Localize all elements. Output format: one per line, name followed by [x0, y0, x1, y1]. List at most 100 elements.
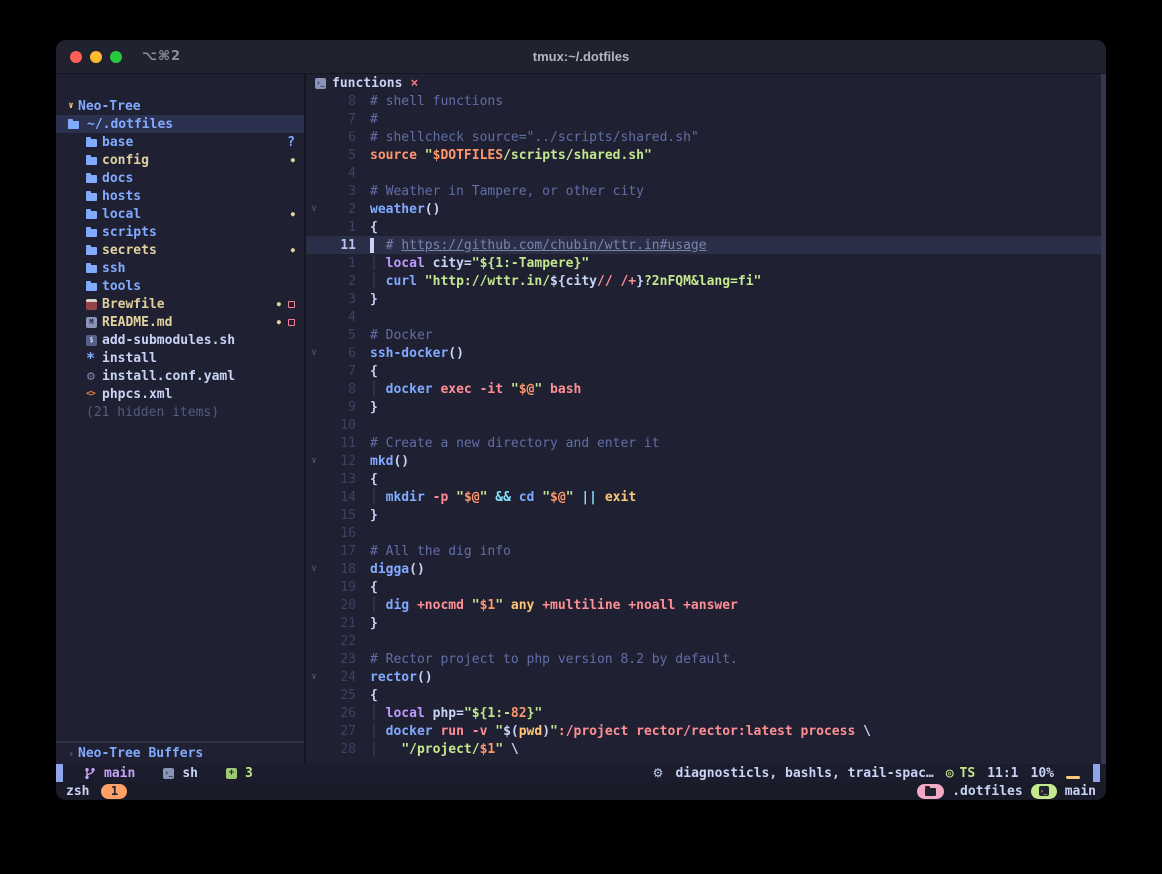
tree-item-local[interactable]: local● [56, 205, 304, 223]
tree-item-install[interactable]: *install [56, 349, 304, 367]
code-line-8[interactable]: 8│ docker exec -it "$@" bash [306, 380, 1106, 398]
code-line-28[interactable]: 28│ "/project/$1" \ [306, 740, 1106, 758]
line-number: 22 [322, 634, 356, 649]
editor-scrollbar-track[interactable] [1101, 74, 1106, 764]
code-text: weather() [356, 202, 440, 217]
treesitter-group: ◎ TS [946, 766, 975, 781]
fold-column[interactable]: ∨ [306, 672, 322, 682]
code-line-13[interactable]: 13{ [306, 470, 1106, 488]
code-line-15[interactable]: 15} [306, 506, 1106, 524]
tree-item-base[interactable]: base? [56, 133, 304, 151]
line-number: 23 [322, 652, 356, 667]
line-number: 9 [322, 400, 356, 415]
fold-column[interactable]: ∨ [306, 564, 322, 574]
code-line-20[interactable]: 20│ dig +nocmd "$1" any +multiline +noal… [306, 596, 1106, 614]
code-line-25[interactable]: 25{ [306, 686, 1106, 704]
tree-item-docs[interactable]: docs [56, 169, 304, 187]
code-text: } [356, 508, 378, 523]
close-buffer-icon[interactable]: × [410, 76, 418, 91]
modified-dot-badge: ● [291, 246, 295, 254]
close-window-button[interactable] [70, 51, 82, 63]
code-line-2[interactable]: ∨2weather() [306, 200, 1106, 218]
tree-item-phpcs.xml[interactable]: <>phpcs.xml [56, 385, 304, 403]
code-line-7[interactable]: 7{ [306, 362, 1106, 380]
tree-item-readme.md[interactable]: MREADME.md● [56, 313, 304, 331]
code-text: # Create a new directory and enter it [356, 436, 660, 451]
code-line-17[interactable]: 17# All the dig info [306, 542, 1106, 560]
code-line-26[interactable]: 26│ local php="${1:-82}" [306, 704, 1106, 722]
code-line-6[interactable]: 6# shellcheck source="../scripts/shared.… [306, 128, 1106, 146]
tree-item-secrets[interactable]: secrets● [56, 241, 304, 259]
fold-column[interactable]: ∨ [306, 456, 322, 466]
folder-open-icon [68, 120, 82, 129]
tmux-session-badge[interactable] [917, 784, 944, 799]
code-line-4[interactable]: 4 [306, 164, 1106, 182]
tree-item-tools[interactable]: tools [56, 277, 304, 295]
code-text: # shellcheck source="../scripts/shared.s… [356, 130, 699, 145]
minimize-window-button[interactable] [90, 51, 102, 63]
buffer-tab[interactable]: functions [332, 76, 402, 91]
tree-item-brewfile[interactable]: Brewfile● [56, 295, 304, 313]
neotree-buffers-section[interactable]: › Neo-Tree Buffers [56, 741, 304, 764]
code-line-4[interactable]: 4 [306, 308, 1106, 326]
code-line-22[interactable]: 22 [306, 632, 1106, 650]
progress-underscore-indicator [1066, 776, 1080, 779]
code-line-27[interactable]: 27│ docker run -v "$(pwd)":/project rect… [306, 722, 1106, 740]
code-line-2[interactable]: 2│ curl "http://wttr.in/${city// /+}?2nF… [306, 272, 1106, 290]
tree-item-add-submodules.sh[interactable]: $add-submodules.sh [56, 331, 304, 349]
cursor-position: 11:1 [987, 766, 1018, 781]
line-number: 1 [322, 220, 356, 235]
code-line-10[interactable]: 10 [306, 416, 1106, 434]
tmux-branch-badge[interactable]: ›_ [1031, 784, 1057, 799]
code-text: } [356, 400, 378, 415]
folder-icon [86, 174, 100, 183]
code-line-8[interactable]: 8# shell functions [306, 92, 1106, 110]
brew-icon [86, 299, 100, 310]
fold-column[interactable]: ∨ [306, 204, 322, 214]
code-line-19[interactable]: 19{ [306, 578, 1106, 596]
code-line-3[interactable]: 3} [306, 290, 1106, 308]
tree-item-scripts[interactable]: scripts [56, 223, 304, 241]
main-content: ∨ Neo-Tree ~/.dotfiles base?config●docsh… [56, 74, 1106, 764]
neotree-header[interactable]: ∨ Neo-Tree [56, 97, 304, 115]
tree-item--21-hidden-items-[interactable]: (21 hidden items) [56, 403, 304, 421]
code-line-14[interactable]: 14│ mkdir -p "$@" && cd "$@" || exit [306, 488, 1106, 506]
tree-item-config[interactable]: config● [56, 151, 304, 169]
code-line-9[interactable]: 9} [306, 398, 1106, 416]
code-line-1[interactable]: 1│ local city="${1:-Tampere}" [306, 254, 1106, 272]
tree-root-dotfiles[interactable]: ~/.dotfiles [56, 115, 304, 133]
zoom-window-button[interactable] [110, 51, 122, 63]
code-line-18[interactable]: ∨18digga() [306, 560, 1106, 578]
tree-item-install.conf.yaml[interactable]: ⚙install.conf.yaml [56, 367, 304, 385]
code-line-12[interactable]: ∨12mkd() [306, 452, 1106, 470]
code-line-5[interactable]: 5source "$DOTFILES/scripts/shared.sh" [306, 146, 1106, 164]
code-text: mkd() [356, 454, 409, 469]
code-line-3[interactable]: 3# Weather in Tampere, or other city [306, 182, 1106, 200]
code-text: { [356, 688, 378, 703]
code-line-7[interactable]: 7# [306, 110, 1106, 128]
line-number: 8 [322, 382, 356, 397]
code-line-24[interactable]: ∨24rector() [306, 668, 1106, 686]
code-line-11[interactable]: 11 # https://github.com/chubin/wttr.in#u… [306, 236, 1106, 254]
lsp-servers-label: diagnosticls, bashls, trail-spac… [675, 766, 933, 781]
code-text: { [356, 220, 378, 235]
code-line-16[interactable]: 16 [306, 524, 1106, 542]
code-line-5[interactable]: 5# Docker [306, 326, 1106, 344]
code-area[interactable]: 8# shell functions7#6# shellcheck source… [306, 92, 1106, 758]
tmux-window-badge[interactable]: 1 [101, 784, 127, 799]
code-line-23[interactable]: 23# Rector project to php version 8.2 by… [306, 650, 1106, 668]
folder-icon [86, 228, 100, 237]
code-line-6[interactable]: ∨6ssh-docker() [306, 344, 1106, 362]
folder-icon [86, 246, 100, 255]
code-line-11[interactable]: 11# Create a new directory and enter it [306, 434, 1106, 452]
editor-pane[interactable]: ›_ functions × 8# shell functions7#6# sh… [306, 74, 1106, 764]
tree-item-ssh[interactable]: ssh [56, 259, 304, 277]
tree-item-hosts[interactable]: hosts [56, 187, 304, 205]
code-text: # Rector project to php version 8.2 by d… [356, 652, 738, 667]
code-line-1[interactable]: 1{ [306, 218, 1106, 236]
code-line-21[interactable]: 21} [306, 614, 1106, 632]
fold-column[interactable]: ∨ [306, 348, 322, 358]
tree-item-label: local [102, 207, 141, 222]
scrollbar-thumb[interactable] [1093, 764, 1100, 782]
code-text: { [356, 472, 378, 487]
